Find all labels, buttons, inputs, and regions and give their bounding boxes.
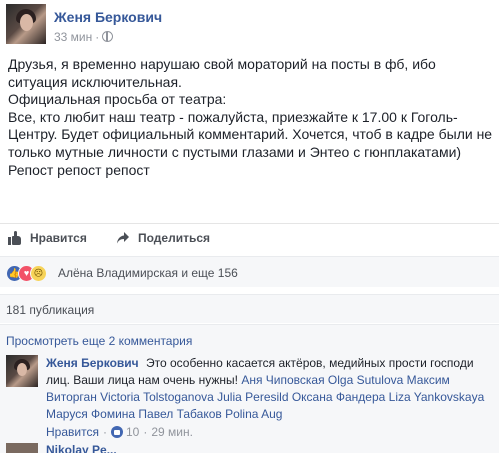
meta-separator: ·: [95, 30, 100, 44]
post-body: Друзья, я временно нарушаю свой моратори…: [8, 56, 494, 179]
like-label: Нравится: [30, 231, 87, 245]
post-paragraph: Все, кто любит наш театр - пожалуйста, п…: [8, 108, 493, 160]
globe-icon[interactable]: [102, 31, 114, 42]
comment-meta: Нравится · 10 · 29 мин.: [46, 425, 193, 439]
post-header: Женя Беркович 33 мин ·: [6, 4, 486, 46]
shares-bar: 181 публикация: [0, 294, 499, 323]
facebook-post: Женя Беркович 33 мин · Друзья, я временно…: [0, 0, 499, 453]
shares-count[interactable]: 181 публикация: [6, 303, 94, 317]
share-arrow-icon: [116, 231, 130, 245]
comment-like-button[interactable]: Нравится: [46, 425, 99, 439]
comment-body: Женя Беркович Это особенно касается актё…: [46, 355, 496, 423]
comment-author-name[interactable]: Женя Беркович: [46, 356, 139, 370]
post-paragraph: Репост репост репост: [8, 161, 150, 178]
reaction-icons: 👍 ♥ ☹: [6, 265, 52, 282]
post-paragraph: Официальная просьба от театра:: [8, 91, 227, 108]
comment-author-avatar[interactable]: [6, 355, 38, 387]
reaction-names[interactable]: Алёна Владимирская и еще 156: [58, 266, 238, 280]
comments-section: Просмотреть еще 2 комментария Женя Берко…: [0, 324, 499, 453]
post-timestamp[interactable]: 33 мин: [54, 30, 92, 44]
thumbs-up-icon: [8, 231, 22, 245]
author-avatar[interactable]: [6, 4, 46, 44]
share-label: Поделиться: [138, 231, 211, 245]
comment-like-count[interactable]: 10: [126, 425, 139, 439]
comment-timestamp[interactable]: 29 мин.: [151, 425, 193, 439]
sad-reaction-icon: ☹: [30, 265, 47, 282]
post-meta: 33 мин ·: [54, 30, 114, 44]
post-action-bar: Нравится Поделиться: [0, 223, 499, 254]
view-more-comments-link[interactable]: Просмотреть еще 2 комментария: [6, 334, 192, 348]
reactions-bar[interactable]: 👍 ♥ ☹ Алёна Владимирская и еще 156: [0, 256, 499, 287]
share-button[interactable]: Поделиться: [116, 231, 210, 245]
post-author-name[interactable]: Женя Беркович: [54, 9, 162, 25]
like-count-icon: [110, 426, 123, 438]
like-button[interactable]: Нравится: [8, 231, 87, 245]
post-paragraph: Друзья, я временно нарушаю свой моратори…: [8, 56, 436, 90]
